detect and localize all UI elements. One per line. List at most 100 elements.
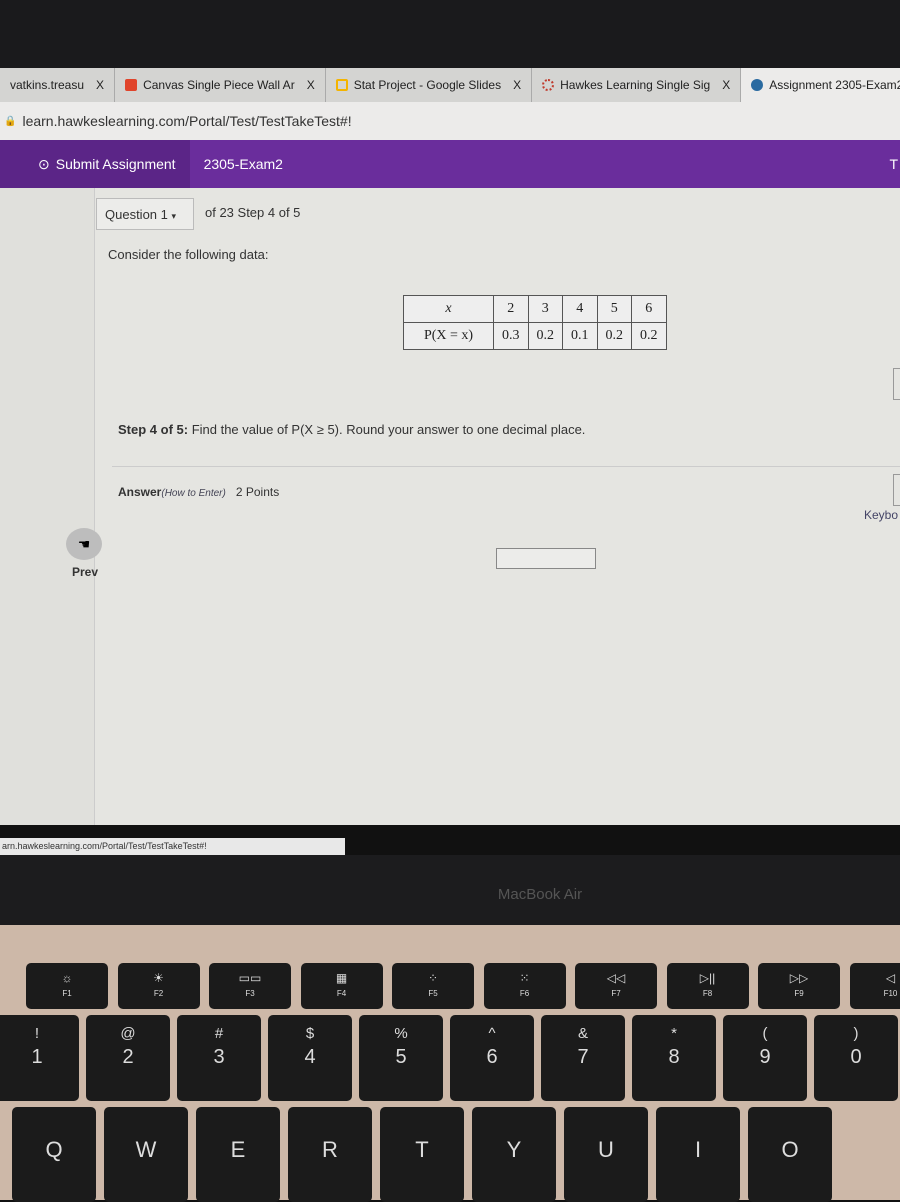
circle-arrow-icon: ⊙ bbox=[38, 156, 50, 173]
key-label: 1 bbox=[0, 1046, 79, 1069]
key-2[interactable]: @2 bbox=[86, 1015, 170, 1101]
table-cell: 0.1 bbox=[563, 323, 598, 350]
keyboard-link[interactable]: Keybo bbox=[864, 508, 898, 522]
hand-pointer-icon: ☚ bbox=[78, 536, 91, 552]
side-panel-box[interactable] bbox=[893, 368, 900, 400]
key-shift-symbol: # bbox=[177, 1025, 261, 1042]
key-e[interactable]: E bbox=[196, 1107, 280, 1202]
key-5[interactable]: %5 bbox=[359, 1015, 443, 1101]
prev-label[interactable]: Prev bbox=[72, 565, 98, 579]
tab-title: Hawkes Learning Single Sig bbox=[560, 78, 710, 92]
key-o[interactable]: O bbox=[748, 1107, 832, 1202]
key-9[interactable]: (9 bbox=[723, 1015, 807, 1101]
question-selector-value: Question 1 bbox=[105, 207, 168, 222]
step-text: Find the value of P(X ≥ 5). Round your a… bbox=[188, 422, 585, 437]
key-f4[interactable]: ▦F4 bbox=[301, 963, 383, 1009]
table-cell: 0.2 bbox=[597, 323, 632, 350]
key-f1[interactable]: ☼F1 bbox=[26, 963, 108, 1009]
answer-heading: Answer(How to Enter) 2 Points bbox=[118, 485, 279, 499]
lock-icon: 🔒 bbox=[4, 116, 16, 127]
table-cell: 4 bbox=[563, 296, 598, 323]
key-0[interactable]: )0 bbox=[814, 1015, 898, 1101]
status-bar-url: arn.hawkeslearning.com/Portal/Test/TestT… bbox=[0, 838, 345, 855]
hawkes-bird-favicon-icon bbox=[751, 79, 763, 91]
key-shift-symbol: @ bbox=[86, 1025, 170, 1042]
header-right-text: T bbox=[889, 156, 898, 172]
question-area bbox=[0, 188, 900, 825]
tab-2[interactable]: Canvas Single Piece Wall ArX bbox=[115, 68, 326, 102]
tab-4[interactable]: Hawkes Learning Single Sig X bbox=[532, 68, 741, 102]
table-cell: 0.2 bbox=[632, 323, 667, 350]
key-label: F2 bbox=[118, 989, 200, 998]
submit-assignment-button[interactable]: ⊙Submit Assignment bbox=[0, 140, 190, 188]
question-selector[interactable]: Question 1 ▾ bbox=[96, 198, 194, 230]
points-label: 2 Points bbox=[236, 485, 279, 499]
key-t[interactable]: T bbox=[380, 1107, 464, 1202]
key-u[interactable]: U bbox=[564, 1107, 648, 1202]
key-3[interactable]: #3 bbox=[177, 1015, 261, 1101]
key-f3[interactable]: ▭▭F3 bbox=[209, 963, 291, 1009]
left-sidebar bbox=[0, 188, 95, 825]
address-bar[interactable]: 🔒 learn.hawkeslearning.com/Portal/Test/T… bbox=[0, 102, 900, 140]
key-y[interactable]: Y bbox=[472, 1107, 556, 1202]
tab-1[interactable]: vatkins.treasuX bbox=[0, 68, 115, 102]
key-shift-symbol: ^ bbox=[450, 1025, 534, 1042]
probability-table: x 23456 P(X = x) 0.30.20.10.20.2 bbox=[403, 295, 667, 350]
close-icon[interactable]: X bbox=[96, 78, 104, 92]
key-7[interactable]: &7 bbox=[541, 1015, 625, 1101]
url-text: learn.hawkeslearning.com/Portal/Test/Tes… bbox=[22, 113, 351, 129]
key-label: F3 bbox=[209, 989, 291, 998]
key-r[interactable]: R bbox=[288, 1107, 372, 1202]
key-f7[interactable]: ◁◁F7 bbox=[575, 963, 657, 1009]
key-4[interactable]: $4 bbox=[268, 1015, 352, 1101]
prev-button[interactable]: ☚ bbox=[66, 528, 102, 560]
close-icon[interactable]: X bbox=[307, 78, 315, 92]
step-instruction: Step 4 of 5: Find the value of P(X ≥ 5).… bbox=[118, 422, 585, 437]
key-f5[interactable]: ⁘ F5 bbox=[392, 963, 474, 1009]
key-shift-symbol: % bbox=[359, 1025, 443, 1042]
key-label: 7 bbox=[541, 1046, 625, 1069]
side-panel-box[interactable] bbox=[893, 474, 900, 506]
key-label: F8 bbox=[667, 989, 749, 998]
key-i[interactable]: I bbox=[656, 1107, 740, 1202]
key-f9[interactable]: ▷▷F9 bbox=[758, 963, 840, 1009]
tab-5-active[interactable]: Assignment 2305-Exam2 bbox=[741, 68, 900, 102]
key-icon: ▷▷ bbox=[758, 971, 840, 985]
key-w[interactable]: W bbox=[104, 1107, 188, 1202]
key-f8[interactable]: ▷|| F8 bbox=[667, 963, 749, 1009]
key-label: 0 bbox=[814, 1046, 898, 1069]
key-8[interactable]: *8 bbox=[632, 1015, 716, 1101]
key-f2[interactable]: ☀ F2 bbox=[118, 963, 200, 1009]
close-icon[interactable]: X bbox=[513, 78, 521, 92]
tab-3[interactable]: Stat Project - Google SlidesX bbox=[326, 68, 532, 102]
close-icon[interactable]: X bbox=[722, 78, 730, 92]
key-icon: ▦ bbox=[301, 971, 383, 985]
answer-input[interactable] bbox=[496, 548, 596, 569]
tab-bar: vatkins.treasuX Canvas Single Piece Wall… bbox=[0, 68, 900, 102]
key-icon: ▷|| bbox=[667, 971, 749, 985]
key-label: F5 bbox=[392, 989, 474, 998]
row-label: x bbox=[404, 296, 494, 323]
key-f10[interactable]: ◁ F10 bbox=[850, 963, 900, 1009]
hawkes-favicon-icon bbox=[542, 79, 554, 91]
key-icon: ☀ bbox=[118, 971, 200, 985]
answer-label: Answer bbox=[118, 485, 161, 499]
key-label: 4 bbox=[268, 1046, 352, 1069]
key-label: F6 bbox=[484, 989, 566, 998]
key-icon: ◁ bbox=[850, 971, 900, 985]
key-6[interactable]: ^6 bbox=[450, 1015, 534, 1101]
key-label: F10 bbox=[850, 989, 900, 998]
assignment-header: ⊙Submit Assignment 2305-Exam2 T bbox=[0, 140, 900, 188]
key-q[interactable]: Q bbox=[12, 1107, 96, 1202]
key-label: 6 bbox=[450, 1046, 534, 1069]
key-1[interactable]: !1 bbox=[0, 1015, 79, 1101]
key-f6[interactable]: ⁙F6 bbox=[484, 963, 566, 1009]
divider bbox=[112, 466, 900, 467]
table-cell: 2 bbox=[494, 296, 529, 323]
key-icon: ⁘ bbox=[392, 971, 474, 985]
key-shift-symbol: * bbox=[632, 1025, 716, 1042]
table-cell: 0.2 bbox=[528, 323, 563, 350]
step-label: Step 4 of 5: bbox=[118, 422, 188, 437]
how-to-enter-link[interactable]: (How to Enter) bbox=[161, 488, 225, 499]
table-row: P(X = x) 0.30.20.10.20.2 bbox=[404, 323, 667, 350]
